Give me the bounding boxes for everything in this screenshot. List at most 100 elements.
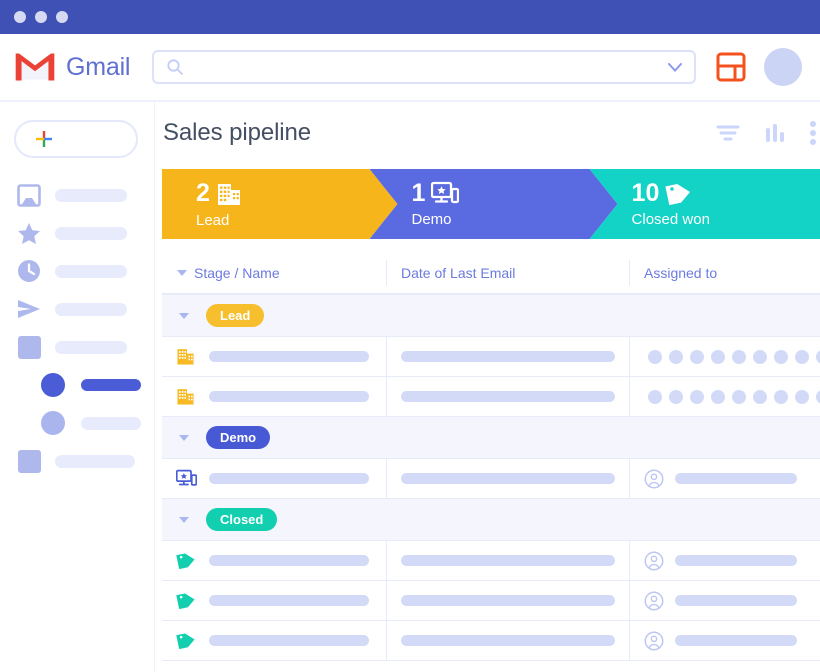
funnel-stage-label: Lead <box>196 211 230 229</box>
devices-star-icon <box>431 181 459 206</box>
assignee-placeholder <box>675 555 797 566</box>
cell-assigned <box>629 337 820 376</box>
search-icon <box>167 59 184 75</box>
cell-date <box>386 459 629 498</box>
column-header-stage-name[interactable]: Stage / Name <box>162 260 386 286</box>
sidebar-item-snoozed[interactable] <box>0 252 154 290</box>
name-placeholder <box>209 595 369 606</box>
caret-down-icon[interactable] <box>178 516 190 524</box>
name-placeholder <box>209 391 369 402</box>
cell-stage-name <box>162 377 386 416</box>
cell-stage-name <box>162 459 386 498</box>
table-row[interactable] <box>162 459 820 499</box>
assignee-placeholder <box>675 595 797 606</box>
funnel-stage-count: 10 <box>631 179 660 207</box>
app-window: Gmail Sales pipeline 2 Lead 1 Demo 10 Cl… <box>0 0 820 672</box>
chevron-down-icon[interactable] <box>668 62 682 72</box>
search-bar[interactable] <box>152 50 696 84</box>
circle-active-icon <box>41 373 65 397</box>
gmail-brand-label: Gmail <box>66 52 131 81</box>
window-minimize-dot[interactable] <box>35 11 47 23</box>
name-placeholder <box>209 351 369 362</box>
funnel-stage-label: Closed won <box>631 211 710 228</box>
sidebar-item-active[interactable] <box>0 366 154 404</box>
group-row-demo[interactable]: Demo <box>162 417 820 459</box>
column-header-date[interactable]: Date of Last Email <box>386 260 629 286</box>
sidebar-item-label <box>55 340 127 354</box>
cell-stage-name <box>162 541 386 580</box>
sidebar-item-label-2[interactable] <box>0 442 154 480</box>
group-row-closed[interactable]: Closed <box>162 499 820 541</box>
sidebar-item-sent[interactable] <box>0 290 154 328</box>
name-placeholder <box>209 473 369 484</box>
filter-icon[interactable] <box>716 124 740 142</box>
search-input[interactable] <box>192 58 660 76</box>
funnel-stage-count: 2 <box>196 179 210 207</box>
cell-date <box>386 541 629 580</box>
assignee-placeholder <box>675 473 797 484</box>
window-close-dot[interactable] <box>14 11 26 23</box>
assignee-dots <box>644 349 820 364</box>
funnel-stage-demo[interactable]: 1 Demo <box>370 169 618 239</box>
cell-date <box>386 581 629 620</box>
caret-down-icon[interactable] <box>178 312 190 320</box>
name-placeholder <box>209 635 369 646</box>
user-avatar[interactable] <box>764 48 802 86</box>
table-row[interactable] <box>162 581 820 621</box>
caret-down-icon[interactable] <box>178 434 190 442</box>
funnel-stage-lead[interactable]: 2 Lead <box>162 169 398 239</box>
sidebar-item-label <box>55 264 127 278</box>
sidebar-item-label <box>55 188 127 202</box>
main-toolbar <box>716 121 816 145</box>
table-row[interactable] <box>162 541 820 581</box>
date-placeholder <box>401 351 615 362</box>
sidebar-item-starred[interactable] <box>0 214 154 252</box>
sidebar-item-label-1[interactable] <box>0 328 154 366</box>
circle-icon <box>41 411 65 435</box>
funnel-stage-label: Demo <box>411 211 452 228</box>
table-row[interactable] <box>162 377 820 417</box>
person-circle-icon <box>644 551 664 570</box>
cell-date <box>386 337 629 376</box>
date-placeholder <box>401 635 615 646</box>
building-icon <box>176 347 198 366</box>
sidebar-item-inbox[interactable] <box>0 176 154 214</box>
funnel-stage-closed-won[interactable]: 10 Closed won <box>589 169 820 239</box>
assignee-placeholder <box>675 635 797 646</box>
sidebar-item-secondary[interactable] <box>0 404 154 442</box>
devices-star-icon <box>176 469 198 488</box>
plus-icon <box>36 131 52 147</box>
date-placeholder <box>401 473 615 484</box>
column-header-label: Date of Last Email <box>401 265 516 281</box>
group-badge: Demo <box>206 425 271 450</box>
person-circle-icon <box>644 469 664 488</box>
column-header-label: Stage / Name <box>194 265 280 281</box>
sidebar-item-label <box>55 454 135 468</box>
compose-button[interactable] <box>14 120 138 158</box>
assignee <box>644 551 797 571</box>
app-body: Sales pipeline 2 Lead 1 Demo 10 Closed w… <box>0 102 820 672</box>
table-row[interactable] <box>162 337 820 377</box>
tag-icon <box>176 551 198 570</box>
sidebar <box>0 102 155 672</box>
caret-down-icon[interactable] <box>176 269 188 277</box>
column-header-assigned[interactable]: Assigned to <box>629 260 820 286</box>
more-vertical-icon[interactable] <box>810 121 816 145</box>
cell-stage-name <box>162 621 386 660</box>
table-header-row: Stage / Name Date of Last Email Assigned… <box>162 253 820 295</box>
square-label-icon <box>17 449 41 473</box>
square-label-icon <box>17 335 41 359</box>
cell-date <box>386 621 629 660</box>
window-maximize-dot[interactable] <box>56 11 68 23</box>
group-row-lead[interactable]: Lead <box>162 295 820 337</box>
table-row[interactable] <box>162 621 820 661</box>
gmail-logo-icon <box>15 53 55 81</box>
chart-icon[interactable] <box>764 123 786 143</box>
grid-apps-icon[interactable] <box>716 52 746 82</box>
cell-stage-name <box>162 581 386 620</box>
date-placeholder <box>401 595 615 606</box>
assignee-dots <box>644 389 820 404</box>
clock-snoozed-icon <box>17 259 41 283</box>
funnel-stage-count: 1 <box>411 179 426 207</box>
cell-date <box>386 377 629 416</box>
